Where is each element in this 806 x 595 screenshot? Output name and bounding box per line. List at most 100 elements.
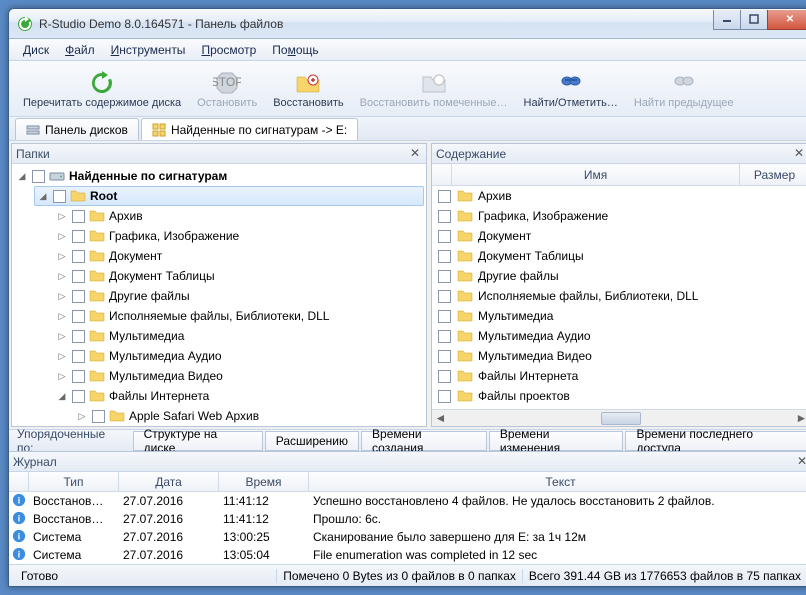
sort-button[interactable]: Времени последнего доступа (625, 431, 806, 451)
checkbox[interactable] (438, 350, 451, 363)
list-item[interactable]: Файлы Интернета (432, 366, 806, 386)
list-item[interactable]: Графика, Изображение (432, 206, 806, 226)
list-item[interactable]: Документ Таблицы (432, 246, 806, 266)
menu-view[interactable]: Просмотр (193, 41, 264, 59)
contents-title: Содержание (436, 147, 506, 161)
tree-item[interactable]: ▷ Мультимедиа Аудио (12, 346, 426, 366)
close-pane-icon[interactable]: ✕ (792, 147, 806, 161)
tab-disk-panel[interactable]: Панель дисков (15, 118, 139, 140)
list-item[interactable]: Мультимедиа Аудио (432, 326, 806, 346)
checkbox[interactable] (53, 190, 66, 203)
close-pane-icon[interactable]: ✕ (408, 147, 422, 161)
tool-find[interactable]: Найти/Отметить… (518, 67, 624, 111)
list-item[interactable]: Мультимедиа Видео (432, 346, 806, 366)
menu-help[interactable]: Помощь (264, 41, 326, 59)
checkbox[interactable] (438, 230, 451, 243)
sort-button[interactable]: Структуре на диске (133, 431, 263, 451)
sort-button[interactable]: Времени создания (361, 431, 487, 451)
tree-item[interactable]: ▷ Графика, Изображение (12, 226, 426, 246)
checkbox[interactable] (72, 330, 85, 343)
tabbar: Панель дисков Найденные по сигнатурам ->… (9, 117, 806, 141)
h-scrollbar[interactable]: ◄► (432, 409, 806, 426)
checkbox[interactable] (438, 310, 451, 323)
statusbar: Готово Помечено 0 Bytes из 0 файлов в 0 … (9, 564, 806, 586)
col-text[interactable]: Текст (309, 472, 806, 491)
log-row[interactable]: Система 27.07.2016 13:00:25 Сканирование… (9, 528, 806, 546)
tree-root-child[interactable]: ◢Root (34, 186, 424, 206)
folder-icon (89, 348, 105, 364)
folder-icon (457, 388, 473, 404)
tree-item[interactable]: ▷ Apple Safari Web Архив (12, 406, 426, 426)
log-row[interactable]: Восстанов… 27.07.2016 11:41:12 Успешно в… (9, 492, 806, 510)
info-icon (12, 529, 26, 543)
minimize-button[interactable] (713, 10, 741, 30)
checkbox[interactable] (72, 230, 85, 243)
col-type[interactable]: Тип (29, 472, 119, 491)
col-time[interactable]: Время (219, 472, 309, 491)
tree-root[interactable]: ◢Найденные по сигнатурам (12, 166, 426, 186)
checkbox[interactable] (438, 270, 451, 283)
drive-icon (49, 168, 65, 184)
folder-icon (89, 328, 105, 344)
col-date[interactable]: Дата (119, 472, 219, 491)
menu-disk[interactable]: Диск (15, 41, 57, 59)
tree-item[interactable]: ▷ Архив (12, 206, 426, 226)
tool-refresh[interactable]: Перечитать содержимое диска (17, 67, 187, 111)
folder-icon (89, 288, 105, 304)
tree-item[interactable]: ◢ Файлы Интернета (12, 386, 426, 406)
tree-item[interactable]: ▷ Мультимедиа (12, 326, 426, 346)
folder-icon (89, 388, 105, 404)
checkbox[interactable] (32, 170, 45, 183)
list-item[interactable]: Файлы проектов (432, 386, 806, 406)
log-row[interactable]: Восстанов… 27.07.2016 11:41:12 Прошло: 6… (9, 510, 806, 528)
checkbox[interactable] (438, 330, 451, 343)
checkbox[interactable] (72, 350, 85, 363)
checkbox[interactable] (438, 390, 451, 403)
menu-file[interactable]: Файл (57, 41, 103, 59)
sort-button[interactable]: Расширению (265, 431, 359, 451)
list-item[interactable]: Архив (432, 186, 806, 206)
tree-item[interactable]: ▷ Документ Таблицы (12, 266, 426, 286)
list-header: Имя Размер (432, 164, 806, 186)
tree-item[interactable]: ▷ Мультимедиа Видео (12, 366, 426, 386)
list-item[interactable]: Документ (432, 226, 806, 246)
checkbox[interactable] (72, 270, 85, 283)
checkbox[interactable] (72, 310, 85, 323)
tool-recover[interactable]: Восстановить (267, 67, 349, 111)
folders-title: Папки (16, 147, 50, 161)
close-pane-icon[interactable]: ✕ (795, 455, 806, 469)
list-item[interactable]: Другие файлы (432, 266, 806, 286)
folder-icon (457, 208, 473, 224)
checkbox[interactable] (72, 390, 85, 403)
sort-button[interactable]: Времени изменения (489, 431, 624, 451)
disks-icon (26, 123, 40, 137)
checkbox[interactable] (438, 370, 451, 383)
list-item[interactable]: Исполняемые файлы, Библиотеки, DLL (432, 286, 806, 306)
checkbox[interactable] (72, 370, 85, 383)
log-row[interactable]: Система 27.07.2016 13:05:04 File enumera… (9, 546, 806, 564)
tab-found-signatures[interactable]: Найденные по сигнатурам -> E: (141, 118, 358, 140)
checkbox[interactable] (438, 190, 451, 203)
checkbox[interactable] (72, 290, 85, 303)
checkbox[interactable] (92, 410, 105, 423)
checkbox[interactable] (438, 210, 451, 223)
maximize-button[interactable] (740, 10, 768, 30)
checkbox[interactable] (438, 250, 451, 263)
checkbox[interactable] (438, 290, 451, 303)
tree-item[interactable]: ▷ Другие файлы (12, 286, 426, 306)
file-list[interactable]: Архив Графика, Изображение Документ Доку… (432, 186, 806, 409)
col-size[interactable]: Размер (740, 164, 806, 185)
folders-pane: Папки ✕ ◢Найденные по сигнатурам ◢Root ▷ … (11, 143, 427, 427)
folder-tree[interactable]: ◢Найденные по сигнатурам ◢Root ▷ Архив ▷… (12, 164, 426, 426)
tree-item[interactable]: ▷ Исполняемые файлы, Библиотеки, DLL (12, 306, 426, 326)
titlebar[interactable]: R-Studio Demo 8.0.164571 - Панель файлов… (9, 9, 806, 39)
col-name[interactable]: Имя (452, 164, 740, 185)
menu-tools[interactable]: Инструменты (103, 41, 194, 59)
close-button[interactable]: ✕ (767, 10, 806, 30)
list-item[interactable]: Мультимедиа (432, 306, 806, 326)
refresh-icon (88, 69, 116, 97)
checkbox[interactable] (72, 250, 85, 263)
stop-icon (213, 69, 241, 97)
checkbox[interactable] (72, 210, 85, 223)
tree-item[interactable]: ▷ Документ (12, 246, 426, 266)
